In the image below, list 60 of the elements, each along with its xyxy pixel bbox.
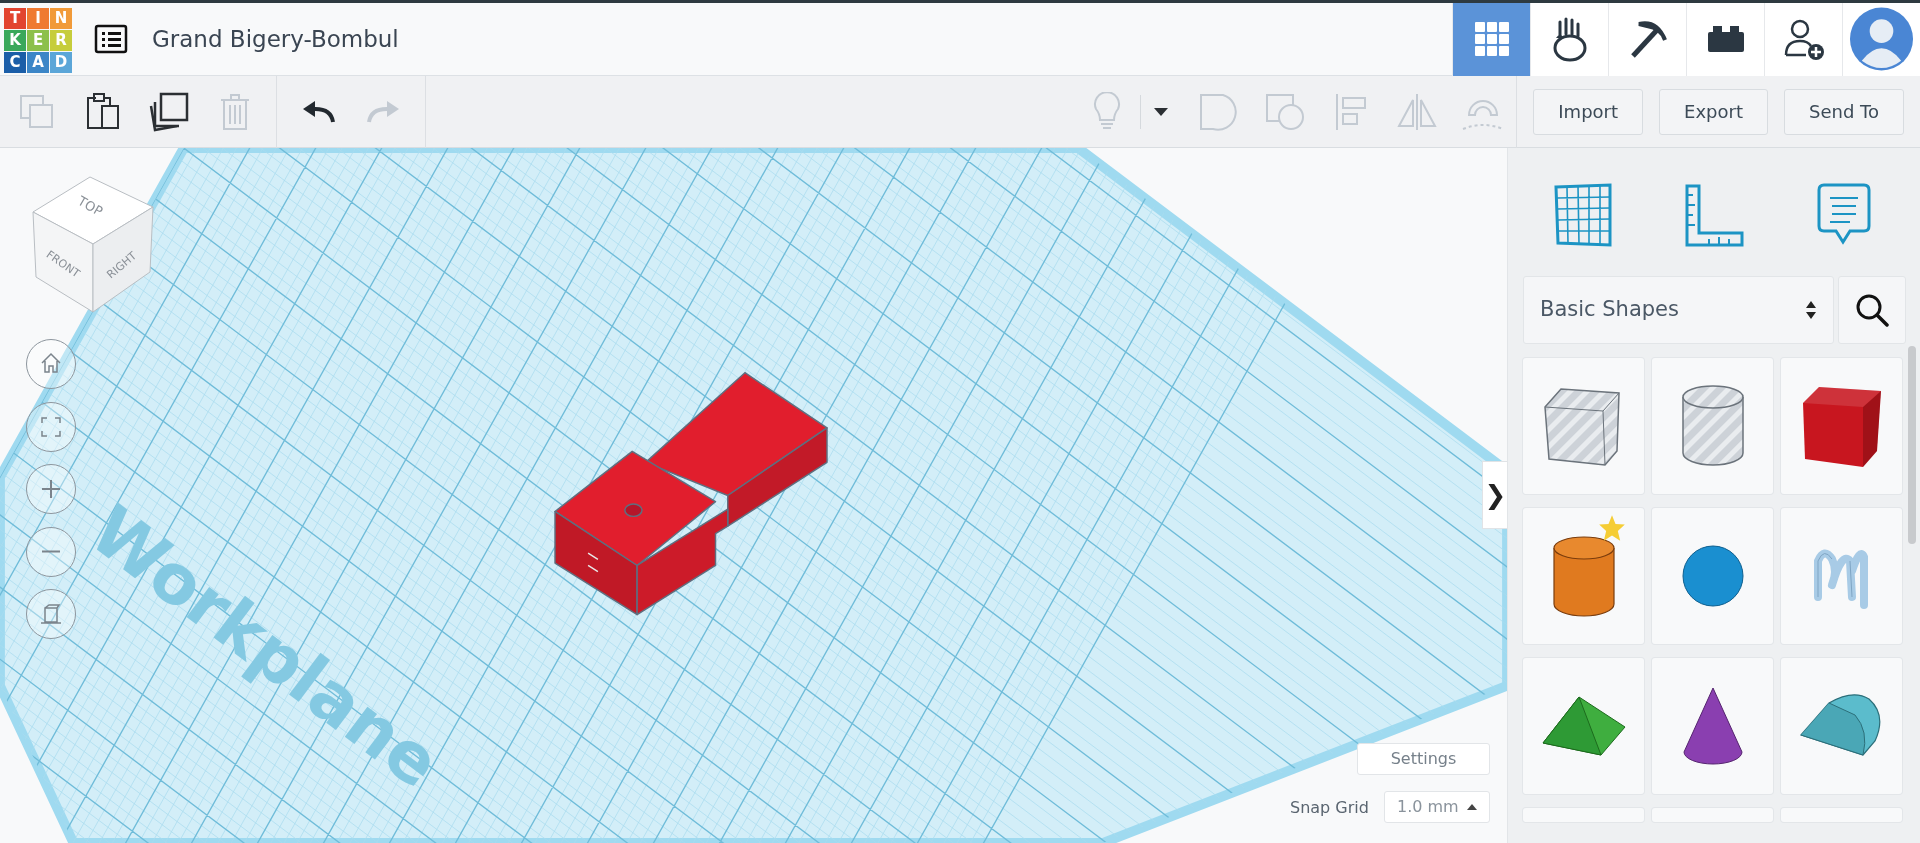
panel-toggle-button[interactable]: ❯ xyxy=(1482,461,1507,529)
view-control-button[interactable] xyxy=(26,339,76,389)
logo-letter: K xyxy=(4,30,26,51)
scrollbar-thumb[interactable] xyxy=(1908,346,1916,544)
clipboard-icon xyxy=(86,91,120,132)
view-control-button[interactable] xyxy=(26,589,76,639)
duplicate-icon xyxy=(149,91,189,132)
list-icon xyxy=(94,24,128,54)
sort-arrows-icon xyxy=(1805,299,1817,321)
logo-letter: C xyxy=(4,52,26,73)
nav-button[interactable] xyxy=(1530,3,1608,76)
shape-tile[interactable] xyxy=(1781,508,1902,644)
shape-tile[interactable] xyxy=(1652,658,1773,794)
caret-icon xyxy=(1467,804,1477,810)
align-icon xyxy=(1334,91,1369,132)
settings-button[interactable]: Settings xyxy=(1357,743,1490,775)
logo-letter: R xyxy=(50,30,72,51)
trash-icon xyxy=(219,91,251,132)
shape-tile[interactable] xyxy=(1523,358,1644,494)
logo-letter: N xyxy=(50,8,72,29)
hatched-cylinder-icon xyxy=(1679,383,1746,469)
shape-tile[interactable] xyxy=(1652,358,1773,494)
logo-letter: D xyxy=(50,52,72,73)
shape-tile[interactable] xyxy=(1652,508,1773,644)
caret-icon xyxy=(1152,106,1169,117)
view-control-button[interactable] xyxy=(26,464,76,514)
undo-icon xyxy=(301,99,335,124)
shape-tile[interactable] xyxy=(1523,508,1644,644)
lightbulb-icon xyxy=(1092,91,1123,132)
shape-tile[interactable] xyxy=(1781,658,1902,794)
view-control-button[interactable] xyxy=(26,401,76,452)
grid-icon xyxy=(1472,20,1511,58)
view-control-button[interactable] xyxy=(26,526,76,577)
copy-icon xyxy=(19,93,55,130)
nav-button[interactable] xyxy=(1608,3,1686,76)
nav-button[interactable] xyxy=(1764,3,1842,76)
action-button[interactable]: Import xyxy=(1533,88,1644,135)
search-icon xyxy=(1855,293,1889,327)
group-icon xyxy=(1199,92,1240,131)
category-select[interactable]: Basic Shapes xyxy=(1523,276,1834,344)
redo-icon xyxy=(367,99,401,124)
logo-letter: I xyxy=(27,8,49,29)
document-title[interactable]: Grand Bigery-Bombul xyxy=(152,21,399,57)
search-button[interactable] xyxy=(1838,276,1906,344)
action-button[interactable]: Send To xyxy=(1784,88,1904,135)
ungroup-icon xyxy=(1265,92,1306,131)
nav-button[interactable] xyxy=(1686,3,1764,76)
action-button[interactable]: Export xyxy=(1659,88,1768,135)
logo[interactable]: T I N K E R C A D xyxy=(4,8,72,73)
shape-tile[interactable] xyxy=(1523,658,1644,794)
box-model-drawing[interactable] xyxy=(554,371,828,616)
snap-grid-label: Snap Grid xyxy=(1290,797,1369,819)
logo-letter: A xyxy=(27,52,49,73)
avatar-icon xyxy=(1849,6,1914,72)
grid-icon xyxy=(1552,183,1614,247)
zoom-out-icon xyxy=(42,550,60,553)
brick-icon xyxy=(1705,24,1746,54)
logo-letter: T xyxy=(4,8,26,29)
shape-tile[interactable] xyxy=(1781,358,1902,494)
logo-letter: E xyxy=(27,30,49,51)
